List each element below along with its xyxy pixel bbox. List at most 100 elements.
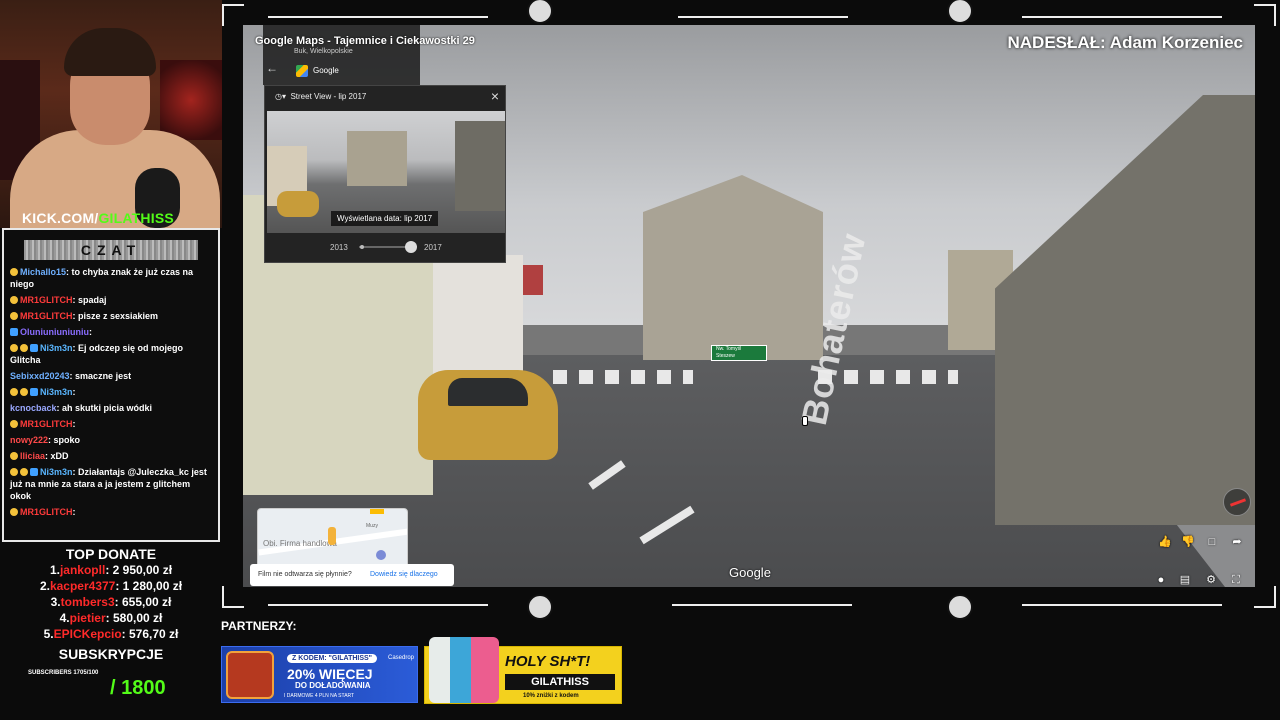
- location-subtitle: Buk, Wielkopolskie: [294, 48, 353, 55]
- chat-text: :: [88, 327, 92, 337]
- chat-text: : ah skutki picia wódki: [56, 403, 153, 413]
- playback-tip: Film nie odtwarza się płynnie? Dowiedz s…: [250, 564, 454, 586]
- frame-line-top-1: [268, 16, 488, 18]
- chat-username[interactable]: Ni3m3n: [40, 343, 73, 353]
- coin-badge-icon: [10, 452, 18, 460]
- donate-name: EPICKepcio: [53, 627, 122, 641]
- mini-map[interactable]: Muzy Obi. Firma handlowa: [257, 508, 408, 568]
- chat-username[interactable]: MR1GLITCH: [20, 507, 73, 517]
- frame-line-bottom-3: [1022, 604, 1222, 606]
- donate-name: jankopll: [59, 563, 106, 577]
- street-view[interactable]: Nw. Tomyśl Steszew Bohaterów Buk, Wielkop…: [243, 25, 1255, 587]
- chat-message: lliciaa: xDD: [4, 448, 218, 464]
- chat-username[interactable]: MR1GLITCH: [20, 311, 73, 321]
- chat-text: : smaczne jest: [69, 371, 132, 381]
- close-icon[interactable]: ×: [491, 88, 499, 104]
- timeline-slider[interactable]: [359, 246, 411, 248]
- timeline-dot[interactable]: [360, 245, 364, 249]
- crown-badge-icon: [10, 468, 18, 476]
- ad1-code: Z KODEM: "GILATHISS": [287, 654, 378, 663]
- ad1-headline: 20% WIĘCEJ: [287, 666, 373, 682]
- donate-amount: : 580,00 zł: [105, 611, 163, 625]
- frame-corner-br: [1254, 586, 1276, 608]
- webcam-light: [160, 60, 222, 140]
- donate-name: kacper4377: [49, 579, 116, 593]
- chat-text: : spadaj: [72, 295, 107, 305]
- donate-rank: 5.: [43, 627, 54, 641]
- frame-line-top-2: [678, 16, 848, 18]
- chat-text: : xDD: [45, 451, 69, 461]
- displayed-date-label: Wyświetlana data: lip 2017: [331, 211, 439, 226]
- chat-message: Michallo15: to chyba znak że już czas na…: [4, 264, 218, 292]
- partner-ad-casedrop[interactable]: Z KODEM: "GILATHISS" Casedrop 20% WIĘCEJ…: [221, 646, 418, 703]
- donate-name: tombers3: [60, 595, 115, 609]
- pegman-icon[interactable]: [328, 527, 336, 545]
- chat-message: Ni3m3n: Ej odczep się od mojego Glitcha: [4, 340, 218, 368]
- sword-badge-icon: [10, 328, 18, 336]
- chat-title: CZAT: [24, 240, 198, 260]
- donate-row: 4.pietier: 580,00 zł: [0, 610, 222, 626]
- chat-username[interactable]: Michallo15: [20, 267, 66, 277]
- subs-goal: / 1800: [110, 677, 166, 699]
- fullscreen-icon[interactable]: ⛶: [1229, 573, 1243, 587]
- gem-badge-icon: [30, 388, 38, 396]
- ad1-small: I DARMOWE 4 PLN NA START: [284, 693, 355, 699]
- kick-banner: KICK.COM/GILATHISS: [22, 210, 174, 226]
- chat-username[interactable]: MR1GLITCH: [20, 419, 73, 429]
- donate-row: 5.EPICKepcio: 576,70 zł: [0, 626, 222, 642]
- chest-icon: [226, 651, 274, 699]
- map-label: Obi. Firma handlowa: [263, 539, 337, 548]
- thumbs-up-icon[interactable]: 👍: [1158, 535, 1172, 549]
- chat-username[interactable]: Ni3m3n: [40, 387, 73, 397]
- subs-title: SUBSKRYPCJE: [58, 646, 164, 662]
- back-arrow-icon[interactable]: ←: [266, 61, 278, 75]
- gem-badge-icon: [30, 468, 38, 476]
- chat-text: : spoko: [48, 435, 81, 445]
- caption-icon[interactable]: □: [1205, 535, 1219, 549]
- compass-icon[interactable]: [1223, 488, 1251, 516]
- donate-rank: 4.: [59, 611, 70, 625]
- chat-username[interactable]: nowy222: [10, 435, 48, 445]
- chat-username[interactable]: Oluniuniuniuniu: [20, 327, 89, 337]
- chat-username[interactable]: MR1GLITCH: [20, 295, 73, 305]
- chat-message: MR1GLITCH:: [4, 504, 218, 520]
- poi-icon[interactable]: [376, 550, 386, 560]
- share-icon[interactable]: ➦: [1230, 535, 1244, 549]
- chat-username[interactable]: lliciaa: [20, 451, 45, 461]
- donate-amount: : 655,00 zł: [114, 595, 172, 609]
- timeline-handle[interactable]: [405, 241, 417, 253]
- gem-badge-icon: [30, 344, 38, 352]
- donate-name: pietier: [69, 611, 106, 625]
- chat-username[interactable]: Ni3m3n: [40, 467, 73, 477]
- chat-message: kcnocback: ah skutki picia wódki: [4, 400, 218, 416]
- chat-message: Oluniuniuniuniu:: [4, 324, 218, 340]
- ad1-brand: Casedrop: [388, 655, 415, 661]
- subs-progress: SUBSCRIBERS 1705/100: [28, 670, 99, 676]
- crosswalk-left: [553, 370, 693, 384]
- chat-message: Ni3m3n:: [4, 384, 218, 400]
- place-card[interactable]: Buk, Wielkopolskie ← Google: [263, 25, 420, 85]
- chat-text: :: [72, 507, 76, 517]
- subtitles-icon[interactable]: ▤: [1178, 573, 1192, 587]
- chat-username[interactable]: Sebixxd20243: [10, 371, 70, 381]
- time-machine-header: ◷▾ Street View - lip 2017: [275, 92, 366, 101]
- playback-tip-link[interactable]: Dowiedz się dlaczego: [370, 571, 438, 578]
- mouse-cursor-icon: [802, 416, 808, 426]
- donate-amount: : 1 280,00 zł: [115, 579, 183, 593]
- autoplay-toggle-icon[interactable]: ●: [1154, 573, 1168, 587]
- partner-ad-holy[interactable]: HOLY SH*T! GILATHISS 10% zniżki z kodem: [424, 637, 622, 704]
- time-machine-thumbnail[interactable]: Wyświetlana data: lip 2017: [267, 111, 505, 233]
- chat-username[interactable]: kcnocback: [10, 403, 57, 413]
- yellow-car: [418, 370, 558, 460]
- target-logo-icon: [947, 0, 973, 24]
- thumbs-down-icon[interactable]: 👎: [1181, 535, 1195, 549]
- streamer-hair: [64, 28, 156, 76]
- frame-line-top-3: [1022, 16, 1222, 18]
- donate-amount: : 576,70 zł: [121, 627, 179, 641]
- map-label-2: Muzy: [366, 523, 378, 529]
- settings-icon[interactable]: ⚙: [1204, 573, 1218, 587]
- coin-badge-icon: [10, 312, 18, 320]
- history-icon[interactable]: ◷▾: [275, 92, 286, 101]
- pattern-logo-icon: [527, 594, 553, 620]
- map-marker-icon: [370, 509, 384, 514]
